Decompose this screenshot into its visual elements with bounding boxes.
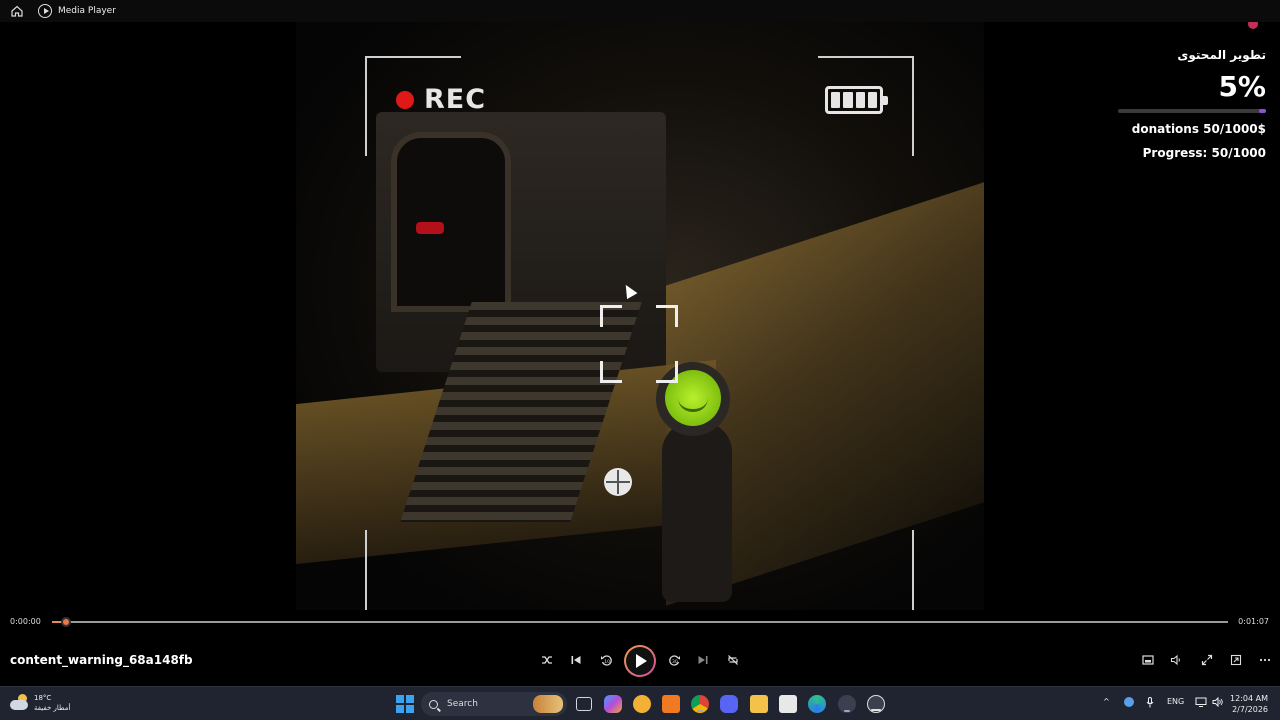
seek-track[interactable] (52, 617, 1228, 627)
forward-30-icon[interactable]: 30 (664, 650, 684, 670)
taskbar: 18°C أمطار خفيفة Search ^ ENG 12:04 AM 2… (0, 686, 1280, 720)
windows-logo-pane (396, 704, 405, 713)
weather-desc: أمطار خفيفة (34, 704, 71, 712)
start-button[interactable] (396, 695, 414, 713)
widget-progress-bar (1118, 109, 1266, 113)
time-current: 0:00:00 (10, 617, 41, 626)
more-icon[interactable] (1255, 650, 1275, 670)
record-dot-icon (396, 90, 414, 109)
svg-text:30: 30 (672, 659, 678, 665)
player-controls: content_warning_68a148fb 10 30 (0, 634, 1280, 686)
widget-progress-text: Progress: 50/1000 (1142, 146, 1266, 160)
weather-text: 18°C أمطار خفيفة (34, 693, 70, 713)
edge-icon[interactable] (808, 695, 826, 713)
search-icon (429, 699, 438, 709)
game-character (644, 362, 744, 602)
play-icon (636, 654, 647, 668)
windows-logo-pane (396, 695, 405, 704)
windows-logo-pane (405, 695, 414, 704)
next-icon[interactable] (693, 650, 713, 670)
crosshair-icon (604, 468, 632, 496)
widget-percent: 5% (1218, 70, 1266, 103)
media-title: content_warning_68a148fb (10, 653, 193, 667)
rec-indicator: REC (396, 84, 486, 115)
rec-label: REC (424, 84, 487, 115)
svg-text:10: 10 (604, 659, 610, 665)
widget-title: تطوير المحتوى (1177, 48, 1266, 62)
scene-doorway (391, 132, 511, 312)
language-indicator[interactable]: ENG (1167, 697, 1184, 706)
focus-bracket (656, 361, 678, 383)
cloud-shape (10, 700, 28, 710)
focus-bracket (600, 361, 622, 383)
store-icon[interactable] (779, 695, 797, 713)
weather-icon (10, 694, 30, 712)
network-icon[interactable] (1195, 697, 1207, 709)
cast-icon[interactable] (1226, 650, 1246, 670)
home-icon[interactable] (9, 3, 25, 19)
file-explorer-icon[interactable] (750, 695, 768, 713)
character-body (662, 422, 732, 602)
previous-icon[interactable] (566, 650, 586, 670)
battery-cell (867, 92, 877, 108)
seek-bar[interactable]: 0:00:00 0:01:07 (0, 610, 1280, 634)
microphone-icon[interactable] (1146, 697, 1154, 710)
speaker-icon[interactable] (1212, 696, 1224, 709)
repeat-off-icon[interactable] (723, 650, 743, 670)
search-label: Search (447, 699, 478, 709)
show-hidden-icons-icon[interactable]: ^ (1103, 697, 1110, 706)
app-badge-icon[interactable] (838, 695, 856, 713)
focus-bracket (656, 305, 678, 327)
camera-frame-corner (818, 530, 914, 610)
play-button[interactable] (624, 645, 656, 677)
scene-red-mark (416, 222, 444, 234)
widget-logo-icon (1248, 22, 1258, 29)
camera-frame-corner (365, 530, 461, 610)
orange-app-icon[interactable] (662, 695, 680, 713)
copilot-icon[interactable] (604, 695, 622, 713)
running-indicator (697, 710, 703, 712)
fullscreen-icon[interactable] (1197, 650, 1217, 670)
battery-cell (843, 92, 853, 108)
seek-thumb[interactable] (61, 617, 72, 627)
shuffle-icon[interactable] (537, 650, 557, 670)
play-button-inner (626, 647, 654, 675)
weather-temp: 18°C (34, 694, 52, 702)
system-clock[interactable]: 12:04 AM 2/7/2026 (1230, 693, 1268, 715)
media-player-taskbar-icon[interactable] (867, 695, 885, 713)
video-viewport[interactable]: REC تطوير المحتوى 5% donations 50/1000$ … (0, 22, 1280, 610)
media-player-app-icon (38, 4, 52, 18)
clock-date: 2/7/2026 (1232, 705, 1268, 714)
widget-donations: donations 50/1000$ (1131, 122, 1266, 136)
discord-icon[interactable] (720, 695, 738, 713)
windows-logo-pane (405, 704, 414, 713)
chrome-profile-icon[interactable] (633, 695, 651, 713)
task-view-icon[interactable] (576, 697, 592, 711)
focus-bracket (600, 305, 622, 327)
clock-time: 12:04 AM (1230, 694, 1268, 703)
title-bar: Media Player (0, 0, 1280, 22)
battery-cell (831, 92, 841, 108)
onedrive-icon[interactable] (1124, 697, 1134, 707)
volume-icon[interactable] (1166, 650, 1186, 670)
rewind-10-icon[interactable]: 10 (596, 650, 616, 670)
weather-widget[interactable]: 18°C أمطار خفيفة (10, 693, 70, 713)
time-total: 0:01:07 (1238, 617, 1269, 626)
battery-cell (855, 92, 865, 108)
window-title: Media Player (58, 6, 116, 16)
taskbar-search[interactable]: Search (421, 692, 567, 716)
search-highlight-image (533, 695, 563, 713)
widget-progress-fill (1258, 109, 1266, 113)
battery-icon (825, 86, 888, 114)
chrome-icon[interactable] (691, 695, 709, 713)
running-indicator (871, 709, 881, 711)
running-indicator (844, 710, 850, 712)
miniplayer-icon[interactable] (1138, 650, 1158, 670)
